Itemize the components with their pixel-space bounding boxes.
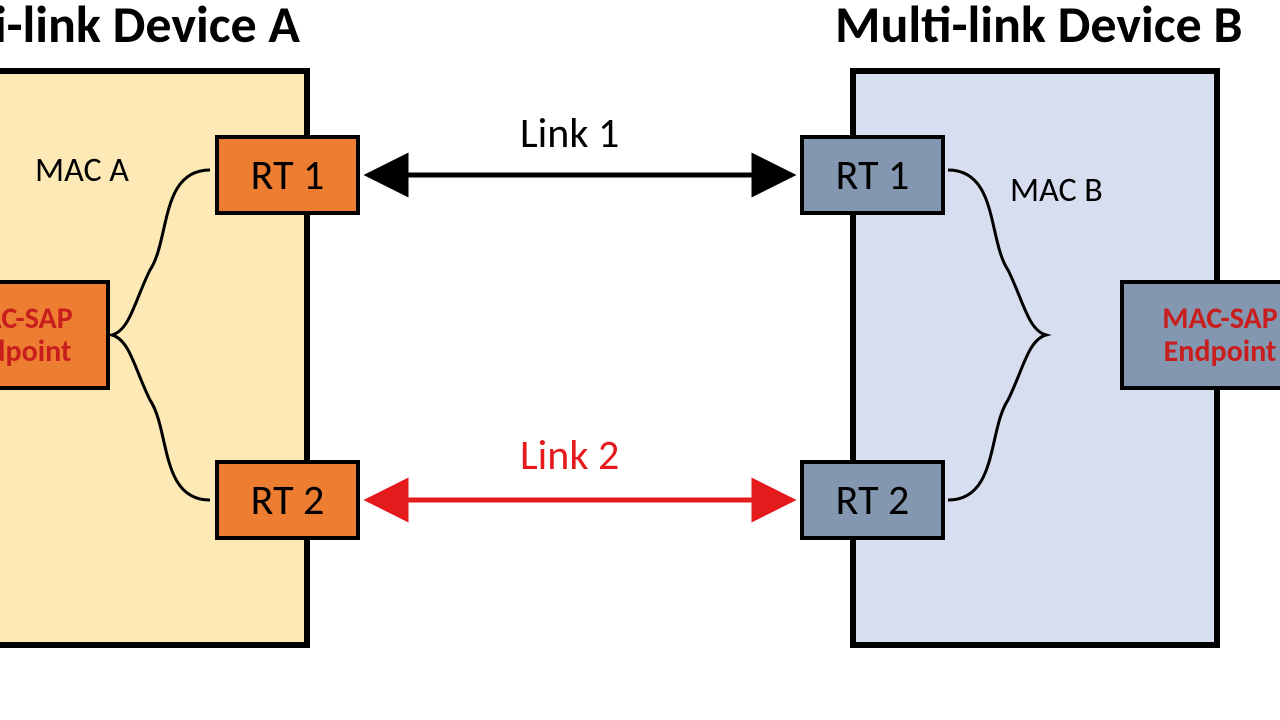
- device-a-rt1: RT 1: [215, 135, 360, 215]
- endpoint-b-line1: MAC-SAP: [1162, 302, 1277, 335]
- link2-label: Link 2: [520, 430, 619, 481]
- device-b-rt2: RT 2: [800, 460, 945, 540]
- diagram-canvas: Multi-link Device A Multi-link Device B …: [0, 0, 1280, 720]
- title-device-b: Multi-link Device B: [835, 0, 1243, 56]
- device-a-rt2: RT 2: [215, 460, 360, 540]
- title-device-a: Multi-link Device A: [0, 0, 300, 56]
- mac-a-label: MAC A: [35, 150, 129, 191]
- device-b-rt1: RT 1: [800, 135, 945, 215]
- endpoint-a-line2: Endpoint: [0, 335, 71, 368]
- link1-label: Link 1: [520, 108, 619, 159]
- endpoint-b-line2: Endpoint: [1164, 335, 1277, 368]
- mac-b-label: MAC B: [1010, 170, 1103, 211]
- endpoint-a-line1: MAC-SAP: [0, 302, 73, 335]
- endpoint-a: MAC-SAP Endpoint: [0, 280, 110, 390]
- endpoint-b: MAC-SAP Endpoint: [1120, 280, 1280, 390]
